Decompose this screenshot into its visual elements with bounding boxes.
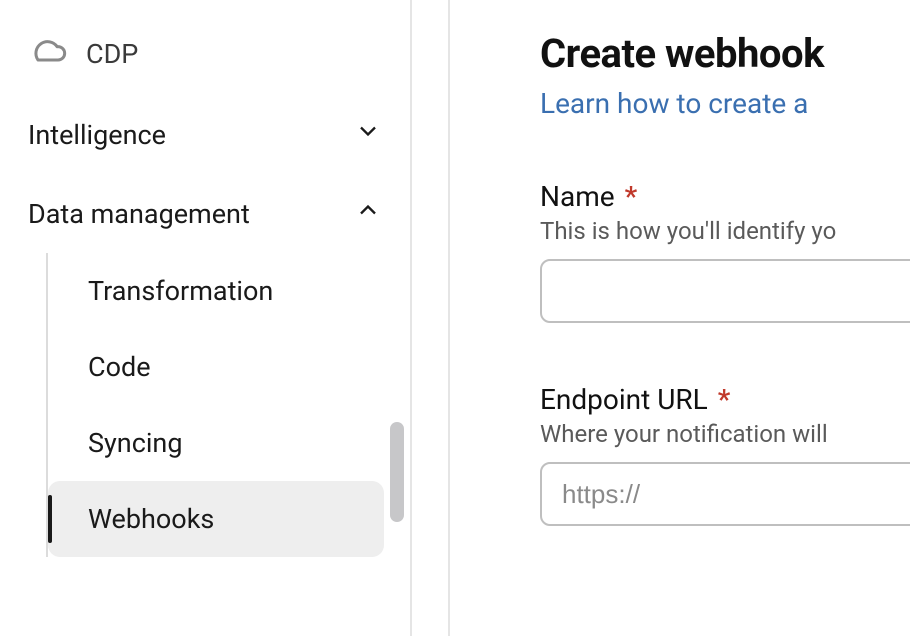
endpoint-url-input[interactable] (540, 462, 910, 526)
scrollbar-thumb[interactable] (390, 422, 404, 522)
field-help: Where your notification will (540, 420, 910, 448)
sidebar-section-data-management[interactable]: Data management (0, 174, 410, 253)
sidebar-item-label: Webhooks (88, 503, 214, 535)
sidebar-section-label: Intelligence (28, 119, 166, 151)
divider (448, 0, 450, 636)
sidebar-item-webhooks[interactable]: Webhooks (48, 481, 384, 557)
required-asterisk: * (625, 180, 638, 213)
sidebar-item-cdp[interactable]: CDP (0, 18, 410, 95)
sidebar-item-transformation[interactable]: Transformation (48, 253, 384, 329)
learn-link[interactable]: Learn how to create a (540, 87, 808, 120)
sidebar-item-label: Code (88, 351, 151, 383)
chevron-down-icon (354, 117, 382, 152)
sidebar: CDP Intelligence Data management Transfo… (0, 0, 412, 636)
main-content: Create webhook Learn how to create a Nam… (412, 0, 910, 636)
form-field-endpoint: Endpoint URL * Where your notification w… (540, 383, 910, 526)
form-field-name: Name * This is how you'll identify yo (540, 180, 910, 323)
chevron-up-icon (354, 196, 382, 231)
sidebar-item-label: Transformation (88, 275, 273, 307)
cloud-icon (28, 30, 68, 77)
sidebar-item-code[interactable]: Code (48, 329, 384, 405)
sidebar-item-label: Syncing (88, 427, 183, 459)
field-label: Endpoint URL (540, 383, 708, 416)
page-title: Create webhook (540, 30, 910, 77)
required-asterisk: * (718, 383, 731, 416)
sidebar-section-intelligence[interactable]: Intelligence (0, 95, 410, 174)
name-input[interactable] (540, 259, 910, 323)
field-help: This is how you'll identify yo (540, 217, 910, 245)
sidebar-item-label: CDP (86, 38, 138, 70)
sidebar-subnav: Transformation Code Syncing Webhooks (46, 253, 410, 557)
scrollbar-track (390, 0, 404, 636)
sidebar-item-syncing[interactable]: Syncing (48, 405, 384, 481)
sidebar-section-label: Data management (28, 198, 250, 230)
field-label: Name (540, 180, 615, 213)
